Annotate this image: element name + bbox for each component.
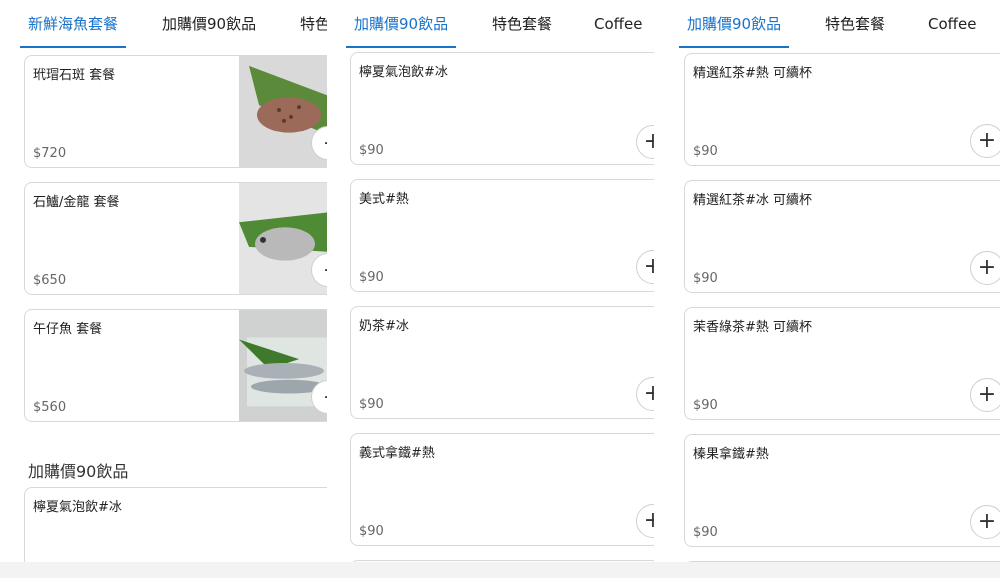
item-price: $90 (359, 270, 384, 285)
item-price: $90 (359, 524, 384, 539)
item-price: $90 (359, 143, 384, 158)
bottom-fade (654, 562, 1000, 578)
item-name: 檸夏氣泡飲#冰 (359, 65, 448, 80)
item-name: 精選紅茶#冰 可續杯 (693, 193, 813, 208)
item-name: 榛果拿鐵#熱 (693, 447, 769, 462)
tab-special-set[interactable]: 特色 (300, 0, 327, 48)
menu-item-card[interactable]: 義式拿鐵#熱 $90 + (350, 433, 654, 546)
tab-addon-drinks[interactable]: 加購價90飲品 (678, 0, 790, 48)
add-icon[interactable]: + (970, 124, 1000, 158)
menu-item-card[interactable]: 美式#熱 $90 + (350, 179, 654, 292)
menu-item-card[interactable]: 午仔魚 套餐 $560 - (24, 309, 327, 422)
tab-coffee[interactable]: Coffee (928, 0, 976, 48)
menu-item-card[interactable]: 精選紅茶#冰 可續杯 $90 + (684, 180, 1000, 293)
tab-special-set[interactable]: 特色套餐 (825, 0, 885, 48)
tab-coffee[interactable]: Coffee (594, 0, 642, 48)
tab-special-set[interactable]: 特色套餐 (492, 0, 552, 48)
add-icon[interactable]: + (636, 125, 654, 159)
item-name: 義式拿鐵#熱 (359, 446, 435, 461)
item-price: $90 (693, 525, 718, 540)
category-tabs: 加購價90飲品 特色套餐 Coffee (654, 0, 1000, 48)
category-tabs: 加購價90飲品 特色套餐 Coffee (327, 0, 654, 48)
add-icon[interactable]: + (970, 378, 1000, 412)
item-price: $560 (33, 400, 67, 415)
item-name: 石鱸/金龍 套餐 (33, 195, 120, 210)
item-name: 美式#熱 (359, 192, 409, 207)
add-icon[interactable]: + (636, 504, 654, 538)
bottom-fade (0, 562, 327, 578)
tab-addon-drinks[interactable]: 加購價90飲品 (345, 0, 457, 48)
add-icon[interactable]: + (636, 377, 654, 411)
item-price: $90 (693, 271, 718, 286)
category-tabs: 新鮮海魚套餐 加購價90飲品 特色 (0, 0, 327, 48)
section-title-addon-drinks: 加購價90飲品 (28, 462, 129, 481)
item-name: 午仔魚 套餐 (33, 322, 103, 337)
bottom-fade (327, 562, 654, 578)
menu-item-card[interactable]: 榛果拿鐵#熱 $90 + (684, 434, 1000, 547)
item-price: $90 (693, 398, 718, 413)
menu-panel-seafood: 新鮮海魚套餐 加購價90飲品 特色 玳瑁石斑 套餐 $720 - 石鱸/金龍 套… (0, 0, 327, 578)
add-icon[interactable]: + (970, 505, 1000, 539)
menu-panel-drinks-a: 加購價90飲品 特色套餐 Coffee 檸夏氣泡飲#冰 $90 + 美式#熱 $… (327, 0, 654, 578)
add-icon[interactable]: + (636, 250, 654, 284)
item-price: $650 (33, 273, 67, 288)
menu-item-card[interactable]: 玳瑁石斑 套餐 $720 - (24, 55, 327, 168)
item-name: 檸夏氣泡飲#冰 (33, 500, 122, 515)
item-name: 茉香綠茶#熱 可續杯 (693, 320, 813, 335)
item-price: $90 (693, 144, 718, 159)
menu-item-card[interactable]: 檸夏氣泡飲#冰 $90 + (350, 52, 654, 165)
menu-item-card[interactable]: 茉香綠茶#熱 可續杯 $90 + (684, 307, 1000, 420)
item-price: $720 (33, 146, 67, 161)
menu-panel-drinks-b: 加購價90飲品 特色套餐 Coffee 精選紅茶#熱 可續杯 $90 + 精選紅… (654, 0, 1000, 578)
menu-item-card[interactable]: 精選紅茶#熱 可續杯 $90 + (684, 53, 1000, 166)
item-name: 精選紅茶#熱 可續杯 (693, 66, 813, 81)
menu-item-card[interactable]: 石鱸/金龍 套餐 $650 - (24, 182, 327, 295)
item-name: 奶茶#冰 (359, 319, 409, 334)
item-price: $90 (359, 397, 384, 412)
item-name: 玳瑁石斑 套餐 (33, 68, 116, 83)
add-icon[interactable]: + (970, 251, 1000, 285)
tab-addon-drinks[interactable]: 加購價90飲品 (162, 0, 256, 48)
tab-seafood-set[interactable]: 新鮮海魚套餐 (19, 0, 127, 48)
menu-item-card[interactable]: 奶茶#冰 $90 + (350, 306, 654, 419)
